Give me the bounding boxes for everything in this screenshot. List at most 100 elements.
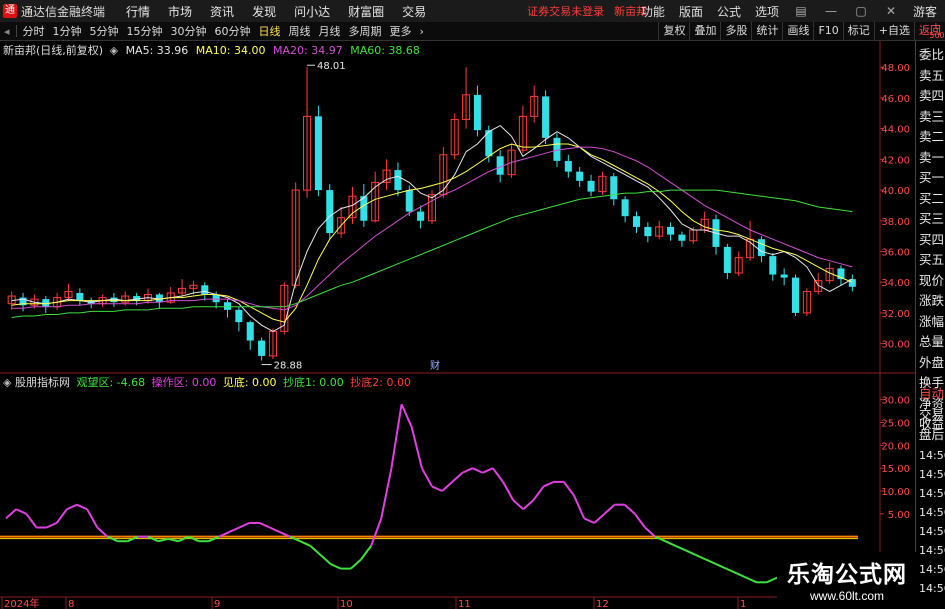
side-panel-item: 买二 [919,190,945,206]
side-panel-item: 外盘 [919,354,945,370]
oscillator-segment [462,467,473,474]
side-panel-item: 委比 [919,47,945,62]
oscillator-segment [55,508,68,524]
menu-item-trade[interactable]: 交易 [402,3,426,20]
maximize-icon[interactable]: ▢ [853,4,869,18]
oscillator-segment [86,508,99,529]
oscillator-segment [573,495,586,519]
oscillator-segment [695,554,707,561]
side-panel-tab[interactable]: 自动 [919,384,945,405]
period-tab-daily[interactable]: 日线 [259,23,281,39]
menu-toggle-icon[interactable]: ▤ [793,4,809,18]
menu-item-ask[interactable]: 问小达 [294,3,330,20]
candle-body-down [667,226,675,235]
oscillator-segment [664,540,676,547]
oscillator-segment [157,537,169,543]
side-panel-tab[interactable]: 盘后 [919,425,945,446]
candle-body-down [405,190,413,212]
menu-item-layout[interactable]: 版面 [679,3,703,20]
oscillator-segment [482,467,494,474]
oscillator-segment [644,526,656,538]
price-tick-label: 46.00 [881,94,910,105]
tick-time: 14:56 [919,486,945,500]
period-tab-5min[interactable]: 5分钟 [90,23,119,39]
toolbar-button-stats[interactable]: 统计 [751,22,782,40]
period-tab-weekly[interactable]: 周线 [289,23,311,39]
oscillator-segment [269,526,281,533]
toolbar-button-mark[interactable]: 标记 [842,22,874,40]
candle-body-down [246,322,254,341]
indicator-tick-label: 15.00 [881,464,910,475]
menu-item-function[interactable]: 功能 [641,3,665,20]
price-tick-label: 44.00 [881,125,910,136]
oscillator-segment [46,522,58,529]
price-tick-label: 40.00 [881,186,910,197]
menu-item-options[interactable]: 选项 [755,3,779,20]
menu-item-discover[interactable]: 发现 [252,3,276,20]
x-axis-label: 10 [340,599,353,609]
period-tab-more[interactable]: 更多 [390,23,412,39]
oscillator-segment [746,576,757,584]
candle-body-down [723,246,731,273]
candle-body-down [780,274,788,278]
oscillator-segment [350,558,362,570]
oscillator-segment [66,503,78,511]
candle-body-down [610,176,618,200]
oscillator-segment [96,526,109,538]
period-tab-monthly[interactable]: 月线 [319,23,341,39]
candle-body-down [201,285,209,295]
login-warning[interactable]: 证券交易未登录 [527,3,604,19]
side-panel-item: 卖一 [919,149,945,165]
oscillator-segment [543,480,555,488]
oscillator-segment [299,540,311,547]
menu-item-wealth[interactable]: 财富圈 [348,3,384,20]
period-tab-1min[interactable]: 1分钟 [53,23,82,39]
candle-body-down [632,216,641,227]
oscillator-segment [532,485,545,501]
candle-body-down [473,94,481,131]
chart-area[interactable]: 新亩邦(日线,前复权) ◈ MA5: 33.96 MA10: 34.00 MA2… [0,41,915,609]
period-tab-60min[interactable]: 60分钟 [215,23,251,39]
oscillator-segment [309,545,322,556]
x-axis-label: 12 [596,599,609,609]
indicator-tick-label: 30.00 [881,396,910,407]
side-panel-item: 卖二 [919,129,945,144]
tick-time: 14:56 [919,505,945,519]
side-panel-tab[interactable]: 交易 [919,405,945,426]
menu-item-quotes[interactable]: 行情 [126,3,150,20]
candle-body-down [644,226,652,237]
menu-item-market[interactable]: 市场 [168,3,192,20]
menu-item-news[interactable]: 资讯 [210,3,234,20]
candle-body-down [791,277,800,313]
oscillator-segment [410,426,423,469]
chart-svg[interactable]: 48.00 46.00 44.00 42.00 40.00 38.00 36.00 34.00… [0,41,915,609]
toolbar-button-draw[interactable]: 画线 [782,22,813,40]
toolbar-button-overlay[interactable]: 叠加 [689,22,720,40]
toolbar-button-multistock[interactable]: 多股 [720,22,751,40]
oscillator-segment [400,403,413,428]
tick-time: 14:56 [919,448,945,462]
x-axis-label: 8 [68,599,74,609]
minimize-icon[interactable]: — [823,4,839,18]
more-chevron-icon[interactable]: › [420,25,424,38]
toolbar-button-adjust[interactable]: 复权 [658,22,689,40]
toolbar-prev-icon[interactable]: ◂ [4,25,10,38]
price-tick-label: 30.00 [881,340,910,351]
side-panel-item: 涨跌 [919,293,945,308]
side-panel-item: 现价 [919,272,945,288]
close-icon[interactable]: ✕ [883,4,899,18]
period-tab-intraday[interactable]: 分时 [23,23,45,39]
menu-item-formula[interactable]: 公式 [717,3,741,20]
period-tab-multi[interactable]: 多周期 [349,23,382,39]
oscillator-segment [634,513,646,529]
oscillator-segment [766,576,778,584]
oscillator-segment [563,481,575,497]
user-label[interactable]: 游客 [913,3,937,20]
candle-body-down [314,116,322,191]
oscillator-segment [715,563,727,570]
period-tab-30min[interactable]: 30分钟 [171,23,207,39]
toolbar-button-add-favorite[interactable]: +自选 [873,22,914,40]
watermark-title: 乐淘公式网 [787,562,907,588]
toolbar-button-f10[interactable]: F10 [813,22,842,40]
period-tab-15min[interactable]: 15分钟 [127,23,163,39]
